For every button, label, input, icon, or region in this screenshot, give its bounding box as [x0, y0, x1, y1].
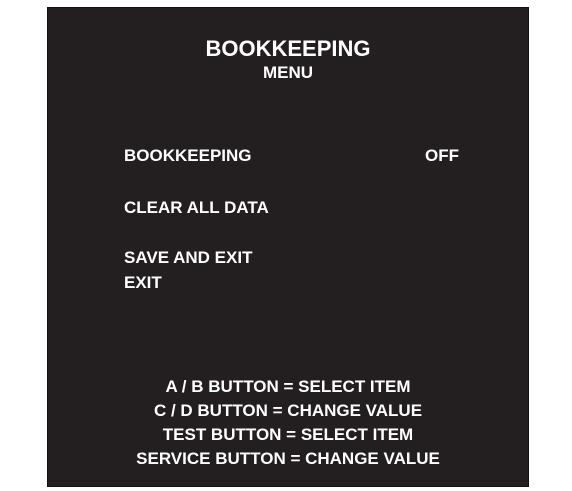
- menu-item-exit[interactable]: EXIT: [124, 273, 162, 293]
- help-line-test: TEST BUTTON = SELECT ITEM: [162, 425, 414, 444]
- menu-subtitle: MENU: [262, 63, 314, 82]
- menu-item-save-and-exit[interactable]: SAVE AND EXIT: [124, 248, 252, 268]
- bookkeeping-menu-screen: BOOKKEEPING MENU BOOKKEEPING OFF CLEAR A…: [47, 7, 529, 487]
- menu-item-clear-all-data[interactable]: CLEAR ALL DATA: [124, 198, 269, 218]
- menu-item-bookkeeping[interactable]: BOOKKEEPING: [124, 146, 252, 166]
- help-line-change: C / D BUTTON = CHANGE VALUE: [153, 401, 423, 420]
- bookkeeping-value[interactable]: OFF: [425, 146, 459, 166]
- help-line-select: A / B BUTTON = SELECT ITEM: [165, 377, 411, 396]
- help-line-service: SERVICE BUTTON = CHANGE VALUE: [136, 449, 440, 468]
- menu-title: BOOKKEEPING: [205, 36, 371, 61]
